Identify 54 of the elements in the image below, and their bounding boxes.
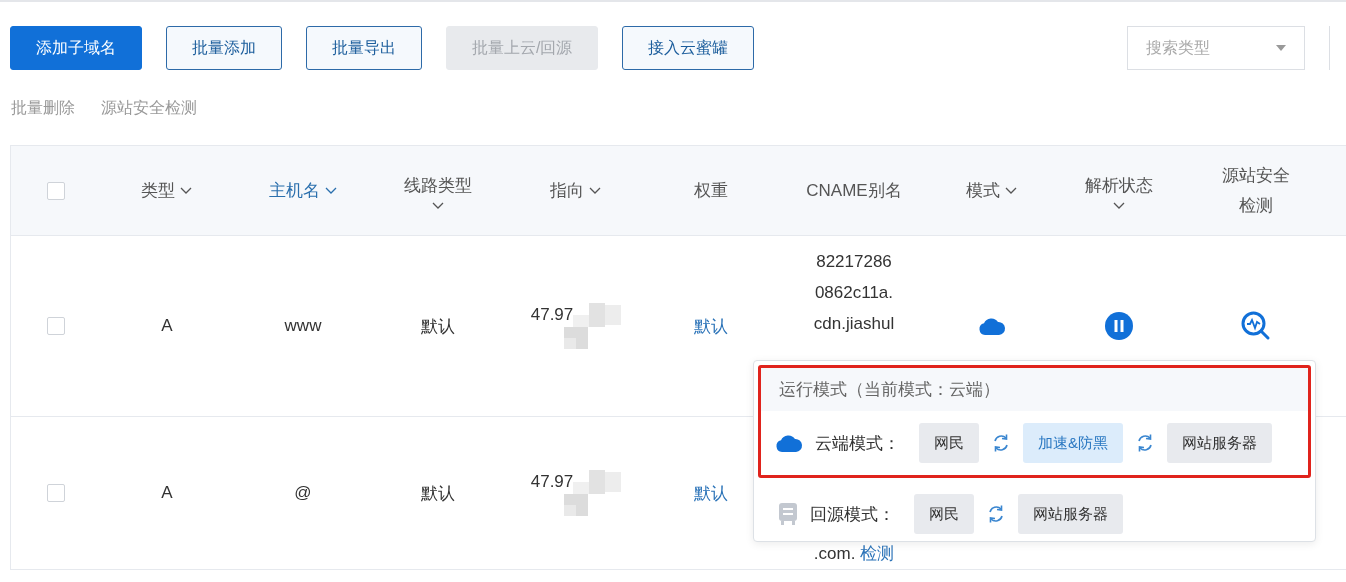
popover-title: 运行模式（当前模式：云端） xyxy=(761,368,1308,411)
table-cell: A xyxy=(161,316,173,336)
column-header[interactable]: 类型 xyxy=(141,175,193,206)
table-cell-text: 0862c11a. xyxy=(813,282,895,304)
table-cell: 47.97 xyxy=(530,305,574,325)
pause-icon[interactable] xyxy=(1105,312,1133,340)
sync-icon xyxy=(991,433,1011,453)
weight-link[interactable]: 默认 xyxy=(694,314,728,338)
sync-icon xyxy=(986,504,1006,524)
column-header[interactable]: 解析状态 xyxy=(1081,170,1157,211)
select-all-checkbox[interactable] xyxy=(47,181,65,200)
table-cell: www xyxy=(284,316,322,336)
column-header[interactable]: 线路类型 xyxy=(400,170,476,211)
table-cell: 47.97 xyxy=(530,472,574,492)
dropdown-arrow-icon xyxy=(1276,45,1286,51)
check-link[interactable]: 检测 xyxy=(860,544,895,563)
sort-caret-icon[interactable] xyxy=(1112,200,1126,211)
sort-caret-icon[interactable] xyxy=(323,185,338,196)
server-icon xyxy=(778,502,798,526)
sort-caret-icon[interactable] xyxy=(431,200,445,211)
column-header[interactable]: 源站安全检测 xyxy=(1218,160,1294,221)
toolbar-button[interactable]: 批量添加 xyxy=(166,26,282,70)
flow-node: 加速&防黑 xyxy=(1023,423,1123,463)
sync-icon xyxy=(1135,433,1155,453)
table-cell: A xyxy=(161,483,173,503)
table-cell-text: 默认 xyxy=(421,315,455,338)
weight-link[interactable]: 默认 xyxy=(694,481,728,505)
sort-caret-icon[interactable] xyxy=(588,185,602,196)
column-header[interactable]: 主机名 xyxy=(268,175,338,206)
table-cell-text: 82217286 xyxy=(815,251,893,273)
cloud-icon xyxy=(775,434,803,452)
column-header[interactable]: 指向 xyxy=(550,175,602,206)
checkbox[interactable] xyxy=(47,317,65,335)
checkbox[interactable] xyxy=(47,484,65,502)
mode-label: 回源模式： xyxy=(810,503,896,526)
toolbar-button[interactable]: 批量导出 xyxy=(306,26,422,70)
sort-caret-icon[interactable] xyxy=(179,185,193,196)
table-cell-text: cdn.jiashul xyxy=(813,313,895,335)
column-header[interactable]: 模式 xyxy=(966,175,1018,206)
flow-node: 网民 xyxy=(914,494,974,534)
cloud-icon xyxy=(978,317,1006,335)
search-icon[interactable] xyxy=(1241,311,1271,341)
toolbar-button[interactable]: 接入云蜜罐 xyxy=(622,26,755,70)
table-cell-text: .com. 检测 xyxy=(813,543,895,565)
flow-node: 网民 xyxy=(919,423,979,463)
table-cell-text: 默认 xyxy=(421,482,455,505)
column-header[interactable]: 权重 xyxy=(694,175,728,206)
toolbar-button[interactable]: 添加子域名 xyxy=(10,26,142,70)
flow-node: 网站服务器 xyxy=(1167,423,1272,463)
column-header[interactable]: CNAME别名 xyxy=(806,175,902,206)
flow-node: 网站服务器 xyxy=(1018,494,1123,534)
mode-label: 云端模式： xyxy=(815,432,901,455)
table-cell: @ xyxy=(294,483,312,503)
sort-caret-icon[interactable] xyxy=(1004,185,1018,196)
